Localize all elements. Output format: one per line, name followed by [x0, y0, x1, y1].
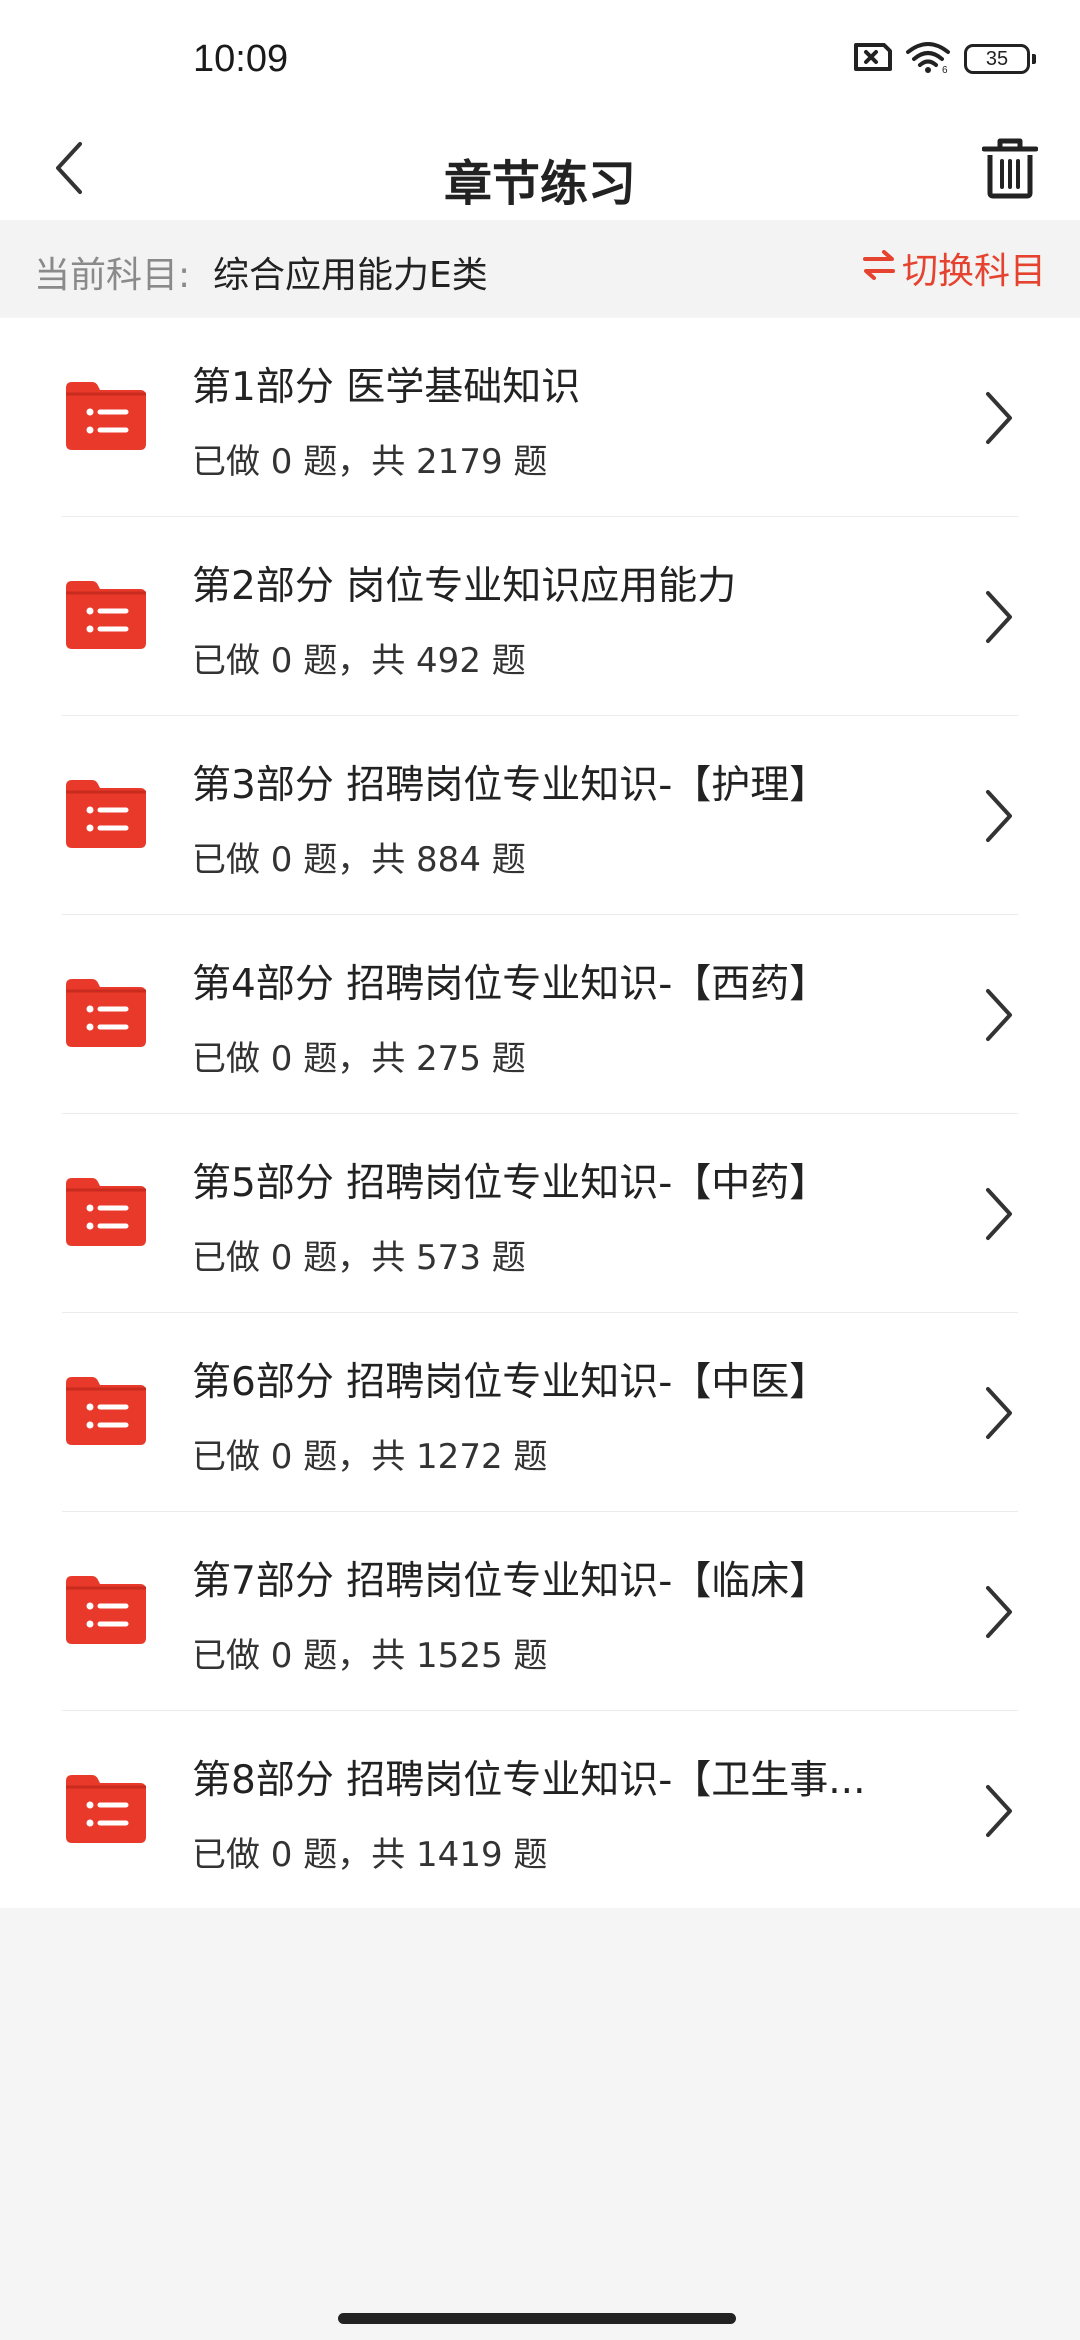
chevron-right-icon — [978, 1383, 1018, 1443]
wifi-icon: 6 — [904, 40, 952, 78]
battery-icon: 35 — [964, 44, 1036, 74]
folder-list-icon — [62, 778, 150, 850]
folder-list-icon — [62, 1574, 150, 1646]
chapter-item[interactable]: 第4部分 招聘岗位专业知识-【西药】 已做 0 题，共 275 题 — [0, 915, 1080, 1114]
status-bar: 10:09 6 35 — [0, 0, 1080, 120]
subject-value: 综合应用能力E类 — [213, 255, 488, 296]
status-time: 10:09 — [193, 38, 289, 80]
chevron-right-icon — [978, 1582, 1018, 1642]
folder-list-icon — [62, 579, 150, 651]
sim-off-icon — [850, 41, 892, 77]
chapter-item[interactable]: 第3部分 招聘岗位专业知识-【护理】 已做 0 题，共 884 题 — [0, 716, 1080, 915]
svg-text:6: 6 — [942, 65, 948, 74]
chapter-item[interactable]: 第8部分 招聘岗位专业知识-【卫生事... 已做 0 题，共 1419 题 — [0, 1711, 1080, 1910]
chapter-title: 第3部分 招聘岗位专业知识-【护理】 — [192, 763, 829, 808]
chapter-item[interactable]: 第6部分 招聘岗位专业知识-【中医】 已做 0 题，共 1272 题 — [0, 1313, 1080, 1512]
folder-list-icon — [62, 380, 150, 452]
nav-bar: 章节练习 — [0, 120, 1080, 220]
chapter-title: 第4部分 招聘岗位专业知识-【西药】 — [192, 962, 829, 1007]
chapter-item[interactable]: 第5部分 招聘岗位专业知识-【中药】 已做 0 题，共 573 题 — [0, 1114, 1080, 1313]
switch-subject-label: 切换科目 — [901, 251, 1046, 292]
chapter-item[interactable]: 第1部分 医学基础知识 已做 0 题，共 2179 题 — [0, 318, 1080, 517]
chevron-right-icon — [978, 985, 1018, 1045]
page-title: 章节练习 — [443, 156, 636, 212]
chapter-progress: 已做 0 题，共 492 题 — [192, 641, 526, 681]
chapter-progress: 已做 0 题，共 2179 题 — [192, 442, 548, 482]
folder-list-icon — [62, 1176, 150, 1248]
chapter-title: 第5部分 招聘岗位专业知识-【中药】 — [192, 1161, 829, 1206]
folder-list-icon — [62, 1375, 150, 1447]
battery-level: 35 — [985, 47, 1009, 70]
chapter-title: 第2部分 岗位专业知识应用能力 — [192, 564, 737, 609]
chapter-title: 第7部分 招聘岗位专业知识-【临床】 — [192, 1559, 829, 1604]
chapter-progress: 已做 0 题，共 884 题 — [192, 840, 526, 880]
chapter-progress: 已做 0 题，共 1419 题 — [192, 1835, 548, 1875]
chevron-right-icon — [978, 388, 1018, 448]
home-indicator[interactable] — [338, 2313, 736, 2324]
chapter-list: 第1部分 医学基础知识 已做 0 题，共 2179 题 第2部分 岗位专业知识应… — [0, 318, 1080, 1908]
chapter-title: 第1部分 医学基础知识 — [192, 365, 581, 410]
chapter-item[interactable]: 第7部分 招聘岗位专业知识-【临床】 已做 0 题，共 1525 题 — [0, 1512, 1080, 1711]
switch-subject-button[interactable]: 切换科目 — [862, 242, 1046, 294]
trash-icon — [981, 137, 1039, 203]
subject-label: 当前科目: — [34, 255, 191, 296]
swap-arrows-icon — [862, 248, 896, 289]
delete-button[interactable] — [970, 130, 1050, 210]
chevron-right-icon — [978, 1184, 1018, 1244]
chapter-title: 第8部分 招聘岗位专业知识-【卫生事... — [192, 1758, 866, 1803]
chapter-title: 第6部分 招聘岗位专业知识-【中医】 — [192, 1360, 829, 1405]
chapter-progress: 已做 0 题，共 573 题 — [192, 1238, 526, 1278]
folder-list-icon — [62, 977, 150, 1049]
chevron-right-icon — [978, 1781, 1018, 1841]
chapter-item[interactable]: 第2部分 岗位专业知识应用能力 已做 0 题，共 492 题 — [0, 517, 1080, 716]
chapter-progress: 已做 0 题，共 1272 题 — [192, 1437, 548, 1477]
chapter-progress: 已做 0 题，共 275 题 — [192, 1039, 526, 1079]
status-icons: 6 35 — [850, 40, 1036, 78]
chevron-right-icon — [978, 786, 1018, 846]
chapter-progress: 已做 0 题，共 1525 题 — [192, 1636, 548, 1676]
subject-bar: 当前科目: 综合应用能力E类 切换科目 — [0, 220, 1080, 316]
chevron-right-icon — [978, 587, 1018, 647]
top-area: 10:09 6 35 章节练习 当前科目: 综合应用能力E类 切换科目 — [0, 0, 1080, 316]
folder-list-icon — [62, 1773, 150, 1845]
